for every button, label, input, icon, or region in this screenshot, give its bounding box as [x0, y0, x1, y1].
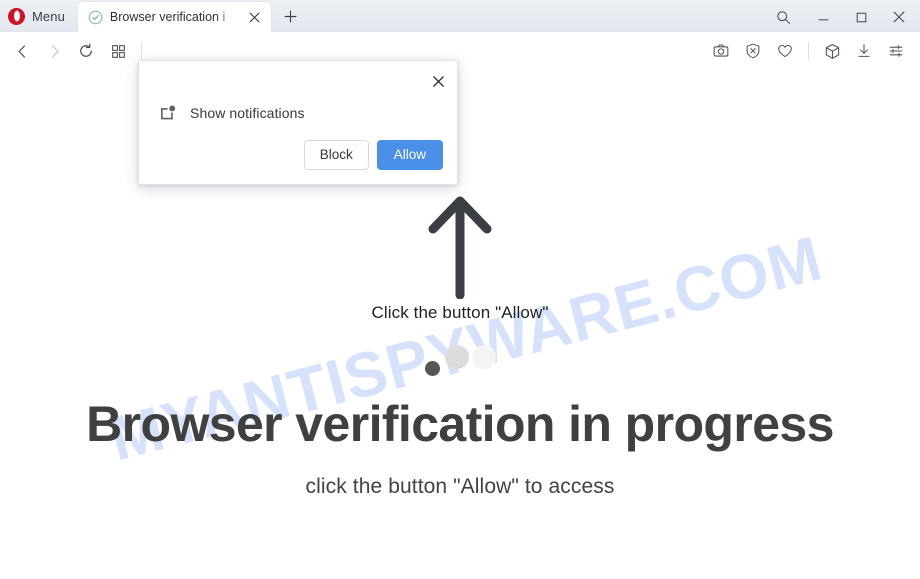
forward-button[interactable]: [38, 36, 70, 66]
back-arrow-icon: [18, 44, 25, 58]
loading-dots: [0, 345, 920, 377]
window-minimize-button[interactable]: [804, 3, 842, 31]
tab-browser-verification[interactable]: Browser verification i: [77, 2, 271, 32]
grid-squares-icon: [111, 44, 125, 58]
close-icon: [893, 11, 905, 23]
tab-close-icon[interactable]: [245, 7, 265, 27]
maximize-icon: [856, 12, 866, 22]
ad-blocker-button[interactable]: [737, 36, 769, 66]
snapshot-button[interactable]: [705, 36, 737, 66]
window-close-button[interactable]: [880, 3, 918, 31]
extensions-button[interactable]: [816, 36, 848, 66]
notification-permission-dialog: Show notifications Block Allow: [138, 60, 458, 185]
cube-icon: [825, 43, 839, 59]
downloads-button[interactable]: [848, 36, 880, 66]
forward-arrow-icon: [51, 44, 58, 58]
browser-window: Menu Browser verification i MYANTISPYWAR…: [0, 0, 920, 579]
dialog-actions: Block Allow: [303, 140, 443, 170]
speed-dial-button[interactable]: [102, 36, 134, 66]
page-title: Browser verification in progress: [86, 396, 834, 452]
arrow-caption: Click the button "Allow": [371, 303, 549, 322]
loading-dot-3: [471, 345, 496, 369]
dialog-message-row: Show notifications: [139, 61, 457, 122]
reload-icon: [80, 43, 92, 57]
new-tab-button[interactable]: [277, 2, 305, 30]
page-subtitle: click the button "Allow" to access: [305, 475, 615, 498]
heart-icon: [778, 44, 792, 58]
window-controls: [762, 2, 920, 32]
block-button[interactable]: Block: [303, 140, 369, 170]
camera-icon: [713, 44, 729, 57]
opera-menu-button[interactable]: Menu: [0, 2, 75, 30]
loading-dot-1: [424, 361, 440, 376]
tab-title: Browser verification i: [109, 10, 226, 24]
reload-button[interactable]: [70, 36, 102, 66]
dialog-close-button[interactable]: [425, 68, 451, 94]
notification-badge-icon: [161, 105, 176, 120]
loading-dot-2: [444, 345, 469, 369]
dialog-message: Show notifications: [190, 104, 305, 121]
toolbar-divider-left: [141, 42, 142, 60]
search-icon: [776, 10, 790, 24]
toolbar-right-icons: [705, 36, 912, 66]
window-maximize-button[interactable]: [842, 3, 880, 31]
shield-x-icon: [746, 43, 760, 59]
menu-button-label: Menu: [32, 8, 65, 24]
close-icon: [432, 75, 444, 87]
minimize-icon: [817, 18, 829, 20]
download-icon: [858, 44, 870, 57]
window-search-button[interactable]: [762, 3, 804, 31]
favorites-button[interactable]: [769, 36, 801, 66]
easy-setup-button[interactable]: [880, 36, 912, 66]
opera-logo-icon: [8, 7, 25, 25]
check-circle-icon: [88, 10, 103, 25]
sliders-icon: [889, 45, 903, 57]
up-arrow-icon: [0, 193, 920, 301]
tab-bar: Menu Browser verification i: [0, 0, 920, 32]
plus-icon: [284, 10, 297, 22]
toolbar-divider-right: [808, 42, 809, 60]
back-button[interactable]: [6, 36, 38, 66]
allow-button[interactable]: Allow: [376, 140, 443, 170]
